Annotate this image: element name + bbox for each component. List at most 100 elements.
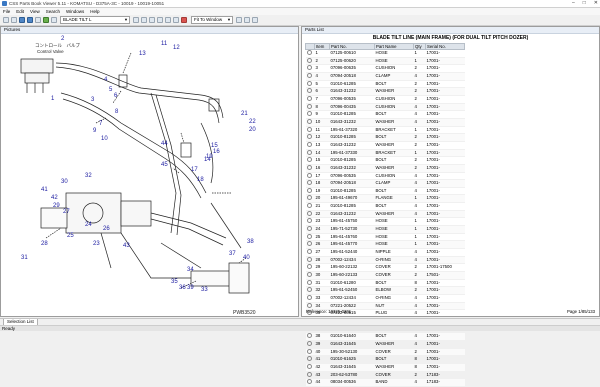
table-row[interactable]: 33 07002-12434 O-RING 4 17001-: [305, 294, 465, 303]
callout-33[interactable]: 33: [201, 287, 208, 293]
table-row[interactable]: 39 01643-31645 WASHER 4 17001-: [305, 340, 465, 349]
row-select-icon[interactable]: [305, 256, 315, 265]
callout-3[interactable]: 3: [91, 97, 95, 103]
callout-28[interactable]: 28: [41, 241, 48, 247]
menu-help[interactable]: Help: [90, 8, 99, 15]
callout-1[interactable]: 1: [51, 96, 55, 102]
zoom-select[interactable]: Fit To Window ▼: [191, 16, 233, 24]
cart-icon[interactable]: [236, 17, 242, 23]
zoom-out-icon[interactable]: [157, 17, 163, 23]
menu-windows[interactable]: Windows: [66, 8, 84, 15]
table-row[interactable]: 27 195-61-52440 NIPPLE 4 17001-: [305, 248, 465, 257]
menu-view[interactable]: View: [30, 8, 40, 15]
callout-25[interactable]: 25: [67, 233, 74, 239]
callout-37[interactable]: 37: [229, 251, 236, 257]
callout-39[interactable]: 39: [187, 285, 194, 291]
row-select-icon[interactable]: [305, 172, 315, 181]
callout-13[interactable]: 13: [139, 51, 146, 57]
section-select[interactable]: BLADE TILT L ▼: [60, 16, 130, 24]
row-select-icon[interactable]: [305, 126, 315, 135]
callout-23[interactable]: 23: [93, 241, 100, 247]
menu-search[interactable]: Search: [46, 8, 60, 15]
back-icon[interactable]: [19, 17, 25, 23]
callout-31[interactable]: 31: [21, 255, 28, 261]
table-row[interactable]: 43 203-62-53780 COVER 2 17183-: [305, 371, 465, 380]
open-icon[interactable]: [3, 17, 9, 23]
table-row[interactable]: 29 195-60-22132 COVER 2 17001-17500: [305, 263, 465, 273]
callout-21[interactable]: 21: [241, 111, 248, 117]
callout-36[interactable]: 36: [179, 285, 186, 291]
search-icon[interactable]: [51, 17, 57, 23]
table-row[interactable]: 21 01010-81285 BOLT 4 17001-: [305, 202, 465, 211]
row-select-icon[interactable]: [305, 378, 315, 387]
callout-38[interactable]: 38: [247, 239, 254, 245]
table-row[interactable]: 26 195-61-45770 HOSE 1 17001-: [305, 240, 465, 250]
callout-29[interactable]: 29: [53, 203, 60, 209]
row-select-icon[interactable]: [305, 64, 315, 73]
row-select-icon[interactable]: [305, 118, 315, 127]
row-select-icon[interactable]: [305, 217, 315, 227]
table-row[interactable]: 13 01643-31232 WASHER 2 17001-: [305, 141, 465, 150]
row-select-icon[interactable]: [305, 348, 315, 357]
menu-file[interactable]: File: [3, 8, 10, 15]
row-select-icon[interactable]: [305, 110, 315, 119]
table-row[interactable]: 2 07125-00620 HOSE 1 17001-: [305, 57, 465, 66]
table-row[interactable]: 12 01010-81285 BOLT 2 17001-: [305, 133, 465, 142]
table-row[interactable]: 11 195-61-37320 BRACKET 1 17001-: [305, 126, 465, 135]
callout-35[interactable]: 35: [171, 279, 178, 285]
callout-17[interactable]: 17: [191, 167, 198, 173]
table-row[interactable]: 20 195-61-49670 FLANGE 1 17001-: [305, 194, 465, 204]
callout-44[interactable]: 44: [161, 141, 168, 147]
callout-19[interactable]: 19: [206, 154, 213, 160]
table-row[interactable]: 23 195-61-45750 HOSE 1 17001-: [305, 217, 465, 227]
row-select-icon[interactable]: [305, 164, 315, 173]
callout-30[interactable]: 30: [61, 179, 68, 185]
row-select-icon[interactable]: [305, 271, 315, 280]
table-row[interactable]: 10 01643-31232 WASHER 4 17001-: [305, 118, 465, 127]
callout-41[interactable]: 41: [41, 187, 48, 193]
callout-11[interactable]: 11: [161, 41, 168, 47]
callout-32[interactable]: 32: [85, 173, 92, 179]
table-row[interactable]: 38 01010-61640 BOLT 4 17001-: [305, 332, 465, 341]
list-icon[interactable]: [244, 17, 250, 23]
maximize-button[interactable]: □: [583, 0, 586, 7]
row-select-icon[interactable]: [305, 233, 315, 242]
callout-9[interactable]: 9: [93, 128, 97, 134]
callout-26[interactable]: 26: [103, 226, 110, 232]
callout-34[interactable]: 34: [187, 267, 194, 273]
callout-20[interactable]: 20: [249, 127, 256, 133]
callout-5[interactable]: 5: [109, 87, 113, 93]
row-select-icon[interactable]: [305, 179, 315, 188]
table-row[interactable]: 17 07096-00535 CUSHION 4 17001-: [305, 172, 465, 181]
row-select-icon[interactable]: [305, 49, 315, 58]
table-row[interactable]: 31 01010-61280 BOLT 8 17001-: [305, 279, 465, 288]
row-select-icon[interactable]: [305, 103, 315, 112]
table-row[interactable]: 32 195-61-52450 ELBOW 2 17001-: [305, 286, 465, 295]
callout-4[interactable]: 4: [104, 77, 108, 83]
table-row[interactable]: 44 08034-00536 BAND 4 17183-: [305, 378, 465, 387]
row-select-icon[interactable]: [305, 371, 315, 380]
callout-2[interactable]: 2: [61, 36, 65, 42]
row-select-icon[interactable]: [305, 294, 315, 303]
row-select-icon[interactable]: [305, 72, 315, 81]
callout-16[interactable]: 16: [213, 149, 220, 155]
callout-27[interactable]: 27: [63, 209, 70, 215]
row-select-icon[interactable]: [305, 225, 315, 234]
callout-45[interactable]: 45: [161, 162, 168, 168]
row-select-icon[interactable]: [305, 355, 315, 364]
table-row[interactable]: 41 01010-61625 BOLT 8 17001-: [305, 355, 465, 364]
select-icon[interactable]: [173, 17, 179, 23]
table-row[interactable]: 19 01010-81285 BOLT 4 17001-: [305, 187, 465, 196]
row-select-icon[interactable]: [305, 156, 315, 165]
row-select-icon[interactable]: [305, 80, 315, 89]
table-row[interactable]: 1 07125-00610 HOSE 1 17001-: [305, 49, 465, 58]
forward-icon[interactable]: [27, 17, 33, 23]
table-row[interactable]: 18 07094-20518 CLAMP 4 17001-: [305, 179, 465, 188]
callout-24[interactable]: 24: [85, 222, 92, 228]
row-select-icon[interactable]: [305, 141, 315, 150]
row-select-icon[interactable]: [305, 286, 315, 295]
row-select-icon[interactable]: [305, 263, 315, 273]
table-row[interactable]: 5 01010-61285 BOLT 2 17001-: [305, 80, 465, 89]
row-select-icon[interactable]: [305, 340, 315, 349]
menu-edit[interactable]: Edit: [16, 8, 24, 15]
